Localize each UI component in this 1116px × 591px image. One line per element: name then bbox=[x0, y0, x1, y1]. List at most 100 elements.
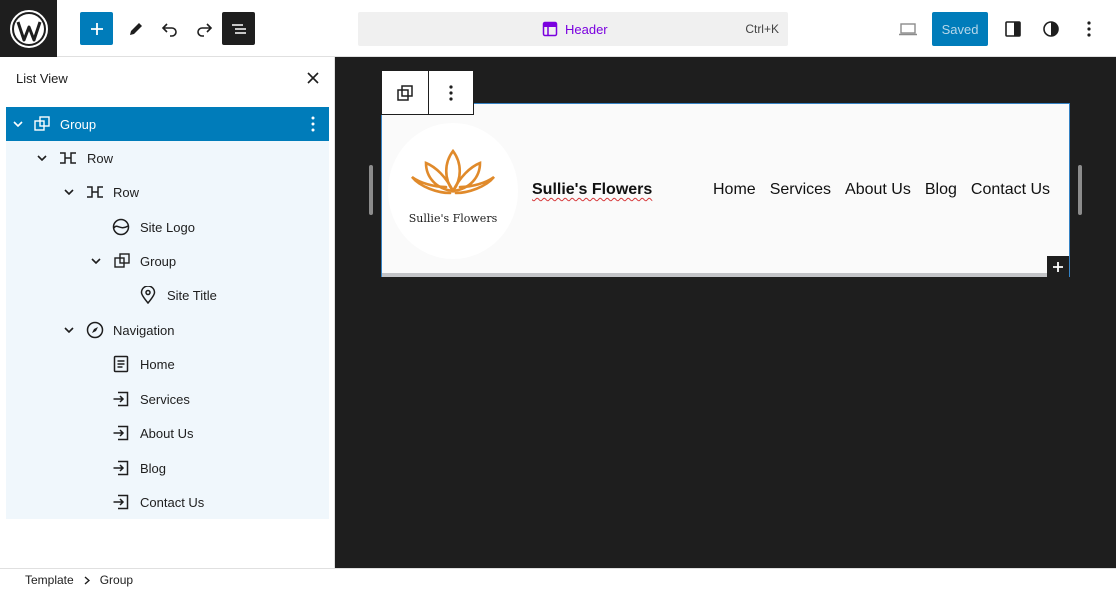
tree-item-contact-us[interactable]: Contact Us bbox=[6, 485, 329, 519]
navigation-menu: Home Services About Us Blog Contact Us bbox=[713, 181, 1050, 199]
breadcrumb-item-group[interactable]: Group bbox=[100, 573, 133, 587]
tree-item-home[interactable]: Home bbox=[6, 347, 329, 381]
page-icon bbox=[111, 354, 131, 374]
block-inserter-button[interactable] bbox=[80, 12, 113, 45]
styles-button[interactable] bbox=[1034, 12, 1067, 45]
tree-item-group[interactable]: Group bbox=[6, 244, 329, 278]
nav-item-blog[interactable]: Blog bbox=[925, 181, 957, 199]
block-toolbar bbox=[381, 70, 474, 115]
document-title: Header bbox=[542, 21, 608, 37]
tools-button[interactable] bbox=[119, 12, 152, 45]
plus-icon bbox=[90, 22, 103, 35]
tree-item-label: Services bbox=[140, 391, 190, 407]
contrast-icon bbox=[1042, 20, 1059, 37]
tree-item-label: Home bbox=[140, 356, 175, 372]
list-view-panel: List View Group Row Row Site Logo Group … bbox=[0, 57, 335, 568]
site-logo-icon bbox=[111, 217, 131, 237]
block-type-button[interactable] bbox=[382, 71, 428, 114]
chevron-down-icon[interactable] bbox=[63, 186, 75, 198]
site-logo[interactable]: Sullie's Flowers bbox=[388, 123, 518, 259]
logo-text: Sullie's Flowers bbox=[408, 212, 498, 225]
custom-link-icon bbox=[111, 389, 131, 409]
list-view-tree: Group Row Row Site Logo Group Site Title… bbox=[6, 107, 329, 519]
chevron-down-icon[interactable] bbox=[90, 255, 102, 267]
add-block-button[interactable] bbox=[1047, 256, 1069, 278]
site-title[interactable]: Sullie's Flowers bbox=[532, 181, 652, 199]
editor-toolbar: Header Ctrl+K Saved bbox=[0, 0, 1116, 57]
row-icon bbox=[58, 148, 78, 168]
tree-item-site-title[interactable]: Site Title bbox=[6, 278, 329, 312]
settings-sidebar-button[interactable] bbox=[996, 12, 1029, 45]
close-list-view-button[interactable] bbox=[303, 68, 323, 88]
breadcrumb: Template Group bbox=[25, 573, 133, 587]
undo-button[interactable] bbox=[153, 12, 186, 45]
wordpress-logo-icon[interactable] bbox=[0, 0, 57, 57]
command-palette-bar[interactable]: Header Ctrl+K bbox=[358, 12, 788, 46]
group-icon bbox=[112, 251, 132, 271]
tree-item-label: About Us bbox=[140, 425, 194, 441]
list-view-title: List View bbox=[16, 71, 68, 86]
tree-item-about-us[interactable]: About Us bbox=[6, 416, 329, 450]
tree-item-group[interactable]: Group bbox=[6, 107, 329, 141]
nav-item-contact-us[interactable]: Contact Us bbox=[971, 181, 1050, 199]
list-view-header: List View bbox=[0, 57, 334, 99]
tree-item-label: Navigation bbox=[113, 322, 175, 338]
block-options-button[interactable] bbox=[427, 71, 474, 114]
group-icon bbox=[32, 114, 52, 134]
tree-item-label: Row bbox=[113, 184, 140, 200]
block-options-icon[interactable] bbox=[305, 114, 321, 134]
device-preview-button[interactable] bbox=[891, 12, 924, 45]
desktop-icon bbox=[898, 22, 917, 35]
redo-button[interactable] bbox=[187, 12, 220, 45]
chevron-right-icon bbox=[84, 575, 90, 585]
sidebar-icon bbox=[1004, 20, 1021, 37]
tree-item-label: Group bbox=[140, 253, 177, 269]
chevron-down-icon[interactable] bbox=[12, 118, 24, 130]
row-icon bbox=[85, 182, 105, 202]
custom-link-icon bbox=[111, 458, 131, 478]
template-part-icon bbox=[542, 21, 558, 37]
nav-item-about-us[interactable]: About Us bbox=[845, 181, 911, 199]
tree-item-label: Contact Us bbox=[140, 494, 205, 510]
map-marker-icon bbox=[138, 285, 158, 305]
group-icon bbox=[397, 84, 413, 101]
block-breadcrumb-bar: Template Group bbox=[0, 568, 1116, 591]
vertical-ellipsis-icon bbox=[1086, 20, 1091, 37]
nav-item-home[interactable]: Home bbox=[713, 181, 756, 199]
header-template-part[interactable]: Sullie's Flowers Sullie's Flowers Home S… bbox=[381, 103, 1070, 277]
tree-item-blog[interactable]: Blog bbox=[6, 451, 329, 485]
list-view-icon bbox=[231, 23, 246, 34]
tree-item-navigation[interactable]: Navigation bbox=[6, 313, 329, 347]
pencil-icon bbox=[129, 22, 142, 35]
tree-item-label: Blog bbox=[140, 460, 167, 476]
lotus-logo-icon bbox=[410, 148, 496, 195]
header-bottom-border bbox=[382, 273, 1069, 277]
tree-item-label: Row bbox=[87, 150, 114, 166]
options-button[interactable] bbox=[1072, 12, 1105, 45]
close-icon bbox=[307, 72, 319, 84]
tree-item-services[interactable]: Services bbox=[6, 382, 329, 416]
saved-button[interactable]: Saved bbox=[932, 12, 988, 46]
tree-item-row[interactable]: Row bbox=[6, 141, 329, 175]
compass-icon bbox=[85, 320, 105, 340]
vertical-ellipsis-icon bbox=[449, 84, 453, 101]
tree-item-label: Group bbox=[60, 116, 97, 132]
chevron-down-icon[interactable] bbox=[36, 152, 48, 164]
tree-item-label: Site Title bbox=[167, 287, 217, 303]
chevron-down-icon[interactable] bbox=[63, 324, 75, 336]
tree-item-label: Site Logo bbox=[140, 219, 195, 235]
tree-item-row[interactable]: Row bbox=[6, 175, 329, 209]
tree-item-site-logo[interactable]: Site Logo bbox=[6, 210, 329, 244]
undo-icon bbox=[161, 22, 177, 37]
redo-icon bbox=[196, 22, 212, 37]
resize-handle-left[interactable] bbox=[369, 165, 373, 215]
plus-icon bbox=[1053, 262, 1063, 272]
breadcrumb-item-template[interactable]: Template bbox=[25, 573, 74, 587]
custom-link-icon bbox=[111, 423, 131, 443]
editor-canvas[interactable]: Sullie's Flowers Sullie's Flowers Home S… bbox=[335, 57, 1116, 568]
nav-item-services[interactable]: Services bbox=[770, 181, 831, 199]
custom-link-icon bbox=[111, 492, 131, 512]
list-view-button[interactable] bbox=[222, 12, 255, 45]
command-shortcut: Ctrl+K bbox=[745, 22, 779, 36]
resize-handle-right[interactable] bbox=[1078, 165, 1082, 215]
